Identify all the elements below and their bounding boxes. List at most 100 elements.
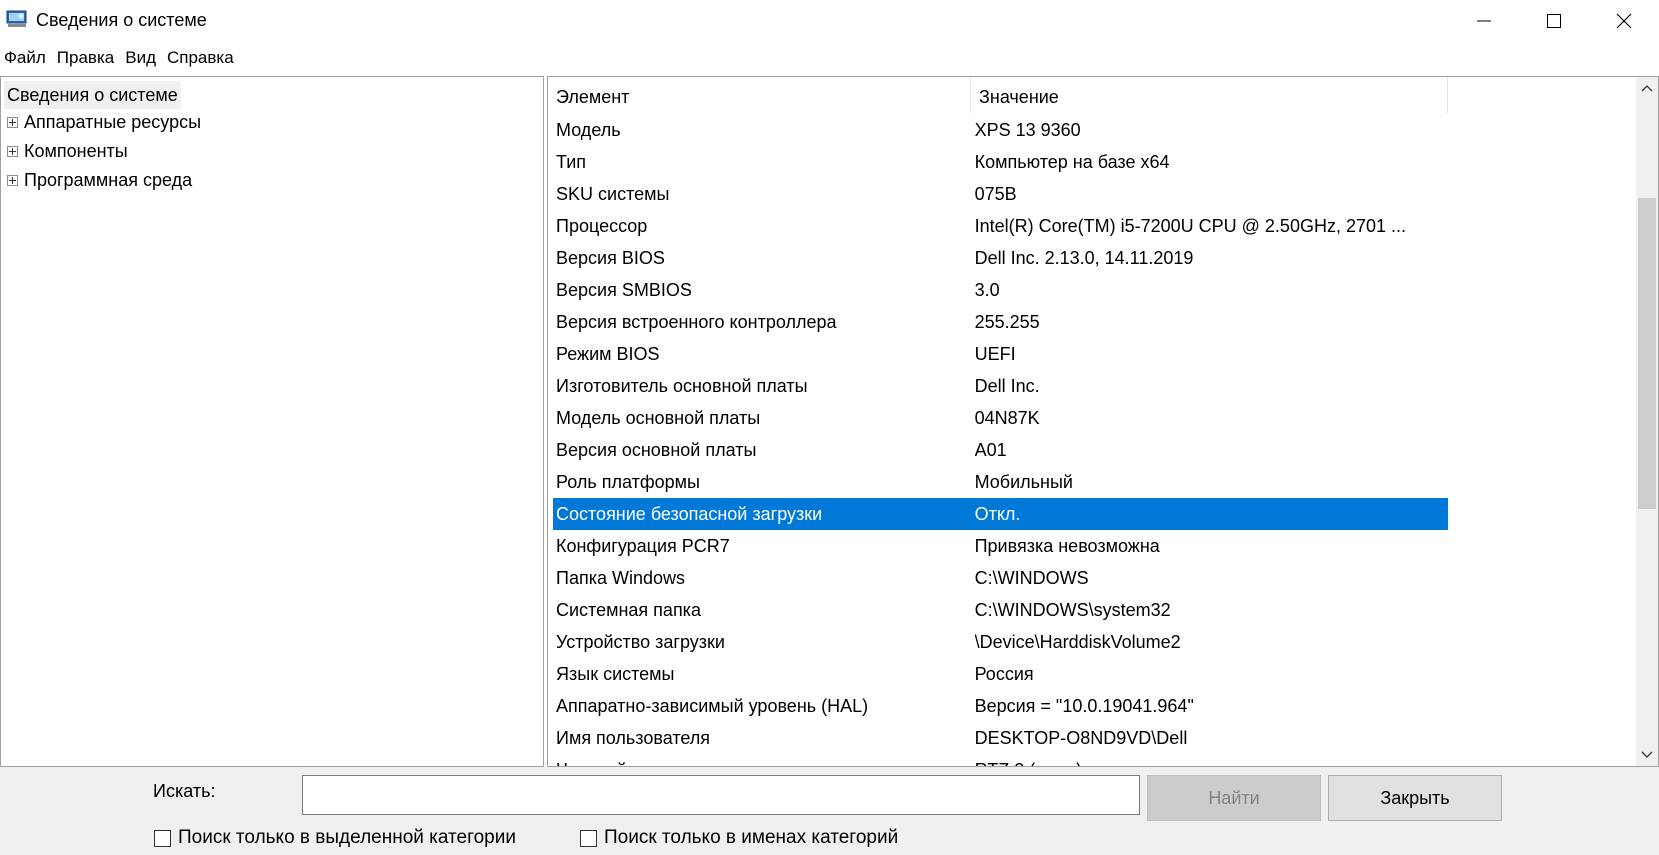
column-header-value[interactable]: Значение [971,77,1448,113]
details-list[interactable]: Элемент Значение Модель XPS 13 9360 Тип Ком… [547,76,1659,767]
cell-value: 04N87K [974,408,1040,428]
cell-value: Россия [974,664,1034,684]
checkbox[interactable] [154,829,171,847]
cell-value: 3.0 [974,280,1000,300]
scroll-down-button[interactable] [1636,744,1658,766]
list-row[interactable]: Состояние безопасной загрузки Откл. [553,498,1448,530]
system-information-icon [6,10,28,28]
cell-element: Модель основной платы [556,408,761,428]
maximize-icon [1547,14,1561,28]
cell-value: C:\WINDOWS [974,568,1089,588]
cell-element: Имя пользователя [556,728,711,748]
expand-icon[interactable] [7,145,18,157]
close-button[interactable]: Закрыть [1328,775,1502,821]
tree-item-software-environment[interactable]: Программная среда [7,166,192,194]
tree-item-hardware-resources[interactable]: Аппаратные ресурсы [7,108,201,136]
close-icon [1616,13,1632,29]
checkbox[interactable] [580,829,597,847]
cell-value: Dell Inc. 2.13.0, 14.11.2019 [974,248,1194,268]
list-row[interactable]: Режим BIOS UEFI [553,338,1448,370]
cell-value: UEFI [974,344,1016,364]
cell-value: A01 [974,440,1007,460]
search-selected-category-checkbox[interactable]: Поиск только в выделенной категории [154,827,516,849]
cell-element: Аппаратно-зависимый уровень (HAL) [556,696,869,716]
cell-element: Конфигурация PCR7 [556,536,730,556]
tree-item-system-summary[interactable]: Сведения о системе [4,81,181,109]
list-row[interactable]: Системная папка C:\WINDOWS\system32 [553,594,1448,626]
tree-item-label: Компоненты [24,140,128,161]
list-row[interactable]: Версия встроенного контроллера 255.255 [553,306,1448,338]
cell-element: Версия встроенного контроллера [556,312,837,332]
list-row[interactable]: Модель XPS 13 9360 [553,114,1448,146]
list-row[interactable]: Роль платформы Мобильный [553,466,1448,498]
cell-element: Часовой пояс [553,754,975,766]
category-tree[interactable]: Сведения о системе Аппаратные ресурсы Ко… [0,76,544,767]
list-row[interactable]: Аппаратно-зависимый уровень (HAL) Версия … [553,690,1448,722]
list-row[interactable]: Модель основной платы 04N87K [553,402,1448,434]
list-row[interactable]: Имя пользователя DESKTOP-O8ND9VD\Dell [553,722,1448,754]
list-row[interactable]: Версия SMBIOS 3.0 [553,274,1448,306]
cell-element: Процессор [556,216,648,236]
cell-value: RTZ 2 (зима) [975,754,1448,766]
cell-element: Папка Windows [556,568,685,588]
column-header-element[interactable]: Элемент [548,77,971,113]
cell-value: Dell Inc. [974,376,1040,396]
checkbox-label: Поиск только в именах категорий [604,827,899,848]
list-row[interactable]: Язык системы Россия [553,658,1448,690]
cell-value: Мобильный [974,472,1073,492]
cell-value: Версия = "10.0.19041.964" [974,696,1194,716]
search-input[interactable] [302,775,1140,815]
list-row[interactable]: Устройство загрузки \Device\HarddiskVolum… [553,626,1448,658]
vertical-scrollbar[interactable] [1636,77,1658,766]
list-rows: Модель XPS 13 9360 Тип Компьютер на базе x6… [553,114,1448,766]
cell-value: XPS 13 9360 [974,120,1081,140]
cell-element: Модель [556,120,621,140]
tree-item-components[interactable]: Компоненты [7,137,128,165]
cell-value: Откл. [974,504,1021,524]
menu-edit[interactable]: Правка [53,44,121,72]
list-row[interactable]: Папка Windows C:\WINDOWS [553,562,1448,594]
tree-item-label: Аппаратные ресурсы [24,111,202,132]
list-row[interactable]: Процессор Intel(R) Core(TM) i5-7200U CPU … [553,210,1448,242]
search-panel: Искать: Найти Закрыть Поиск только в выд… [0,767,1659,855]
system-information-window: Сведения о системе Файл Правка Вид Справ… [0,0,1659,855]
cell-value: Компьютер на базе x64 [974,152,1170,172]
menu-file[interactable]: Файл [0,44,53,72]
list-row[interactable]: Версия BIOS Dell Inc. 2.13.0, 14.11.2019 [553,242,1448,274]
expand-icon[interactable] [7,174,18,186]
maximize-button[interactable] [1519,0,1589,42]
cell-element: Роль платформы [556,472,700,492]
list-row[interactable]: Часовой поясRTZ 2 (зима) [553,754,1448,766]
cell-element: Устройство загрузки [556,632,725,652]
cell-value: DESKTOP-O8ND9VD\Dell [974,728,1188,748]
list-row[interactable]: Тип Компьютер на базе x64 [553,146,1448,178]
menu-help[interactable]: Справка [163,44,241,72]
window-title: Сведения о системе [36,10,207,30]
chevron-down-icon [1641,751,1653,758]
cell-element: Состояние безопасной загрузки [556,504,823,524]
minimize-button[interactable] [1449,0,1519,42]
cell-value: Привязка невозможна [974,536,1160,556]
cell-element: Версия BIOS [556,248,665,268]
tree-item-label: Программная среда [24,169,193,190]
list-row[interactable]: SKU системы 075B [553,178,1448,210]
list-row[interactable]: Изготовитель основной платы Dell Inc. [553,370,1448,402]
cell-element: SKU системы [556,184,670,204]
search-category-names-checkbox[interactable]: Поиск только в именах категорий [580,827,898,849]
cell-element: Версия SMBIOS [556,280,692,300]
chevron-up-icon [1641,85,1653,92]
scroll-thumb[interactable] [1638,198,1656,509]
find-button[interactable]: Найти [1147,775,1321,821]
list-row[interactable]: Версия основной платы A01 [553,434,1448,466]
menu-view[interactable]: Вид [121,44,163,72]
title-bar[interactable]: Сведения о системе [0,0,1659,42]
cell-value: Intel(R) Core(TM) i5-7200U CPU @ 2.50GHz… [974,216,1407,236]
cell-value: C:\WINDOWS\system32 [974,600,1171,620]
checkbox-label: Поиск только в выделенной категории [178,827,516,848]
expand-icon[interactable] [7,116,18,128]
close-window-button[interactable] [1589,0,1659,42]
menu-bar: Файл Правка Вид Справка [0,44,1659,72]
list-row[interactable]: Конфигурация PCR7 Привязка невозможна [553,530,1448,562]
search-label: Искать: [153,781,216,801]
scroll-up-button[interactable] [1636,77,1658,99]
